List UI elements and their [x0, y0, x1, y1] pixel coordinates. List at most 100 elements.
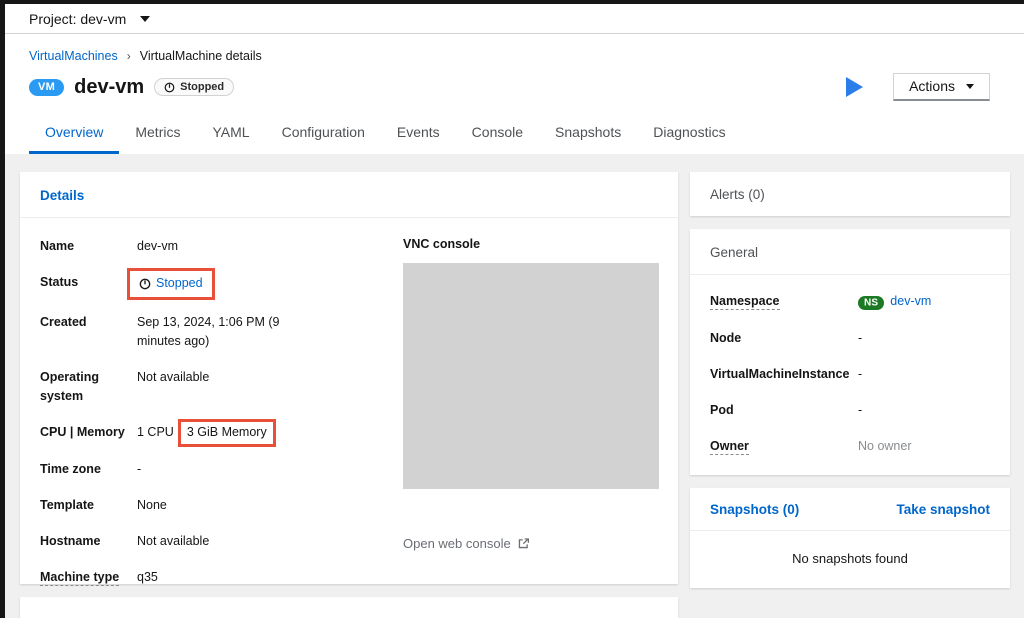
tab-metrics[interactable]: Metrics — [119, 111, 196, 154]
annotation-box: Stopped — [127, 268, 215, 300]
page-title: dev-vm — [74, 76, 144, 99]
detail-value: - — [137, 460, 141, 479]
detail-row-cpu-memory: CPU | Memory 1 CPU3 GiB Memory — [40, 423, 370, 443]
detail-row-hostname: Hostname Not available — [40, 532, 370, 551]
detail-value: dev-vm — [137, 237, 178, 256]
snapshots-empty-state: No snapshots found — [690, 531, 1010, 588]
detail-label: Operating system — [40, 368, 137, 406]
tab-diagnostics[interactable]: Diagnostics — [637, 111, 741, 154]
actions-button-label: Actions — [909, 78, 955, 94]
details-card: Details Name dev-vm Status — [20, 172, 678, 584]
detail-value: 1 CPU 3 GiB Memory — [137, 423, 276, 443]
general-row-owner: Owner No owner — [710, 437, 990, 456]
caret-down-icon — [966, 84, 974, 89]
general-label: Pod — [710, 401, 858, 420]
namespace-kind-badge: NS — [858, 296, 884, 310]
details-description-list: Name dev-vm Status — [40, 237, 370, 604]
namespace-link[interactable]: dev-vm — [890, 294, 931, 308]
vnc-console-section: VNC console Open web console — [403, 237, 659, 604]
tab-snapshots[interactable]: Snapshots — [539, 111, 637, 154]
general-label: VirtualMachineInstance — [710, 365, 858, 384]
detail-row-timezone: Time zone - — [40, 460, 370, 479]
detail-label: Time zone — [40, 460, 137, 479]
vm-status-label: Stopped — [156, 274, 203, 293]
general-value: No owner — [858, 437, 912, 456]
memory-value: 3 GiB Memory — [187, 425, 267, 439]
title-row: VM dev-vm Stopped Actions — [29, 73, 1000, 107]
machine-type-term[interactable]: Machine type — [40, 570, 119, 586]
namespace-term[interactable]: Namespace — [710, 294, 780, 310]
open-web-console-link[interactable]: Open web console — [403, 536, 530, 551]
snapshots-title-link[interactable]: Snapshots (0) — [710, 502, 799, 517]
general-value: NS dev-vm — [858, 292, 931, 312]
detail-label: Created — [40, 313, 137, 351]
detail-row-os: Operating system Not available — [40, 368, 370, 406]
general-description-list: Namespace NS dev-vm Node - VirtualMachine… — [690, 275, 1010, 475]
tab-yaml[interactable]: YAML — [196, 111, 265, 154]
project-switcher-label: Project: dev-vm — [29, 11, 126, 27]
general-card-header: General — [690, 229, 1010, 275]
detail-row-template: Template None — [40, 496, 370, 515]
annotation-box: 3 GiB Memory — [178, 419, 276, 447]
right-column: Alerts (0) General Namespace NS dev-vm No… — [690, 172, 1010, 618]
left-column: Details Name dev-vm Status — [20, 172, 678, 618]
next-card-partial — [20, 597, 678, 618]
detail-label: Status — [40, 273, 137, 296]
detail-row-machine-type: Machine type q35 — [40, 568, 370, 587]
general-row-namespace: Namespace NS dev-vm — [710, 292, 990, 312]
take-snapshot-button[interactable]: Take snapshot — [896, 502, 990, 517]
header-controls: Actions — [846, 73, 1000, 101]
detail-value: Stopped — [137, 273, 215, 296]
general-label: Node — [710, 329, 858, 348]
vm-kind-badge: VM — [29, 79, 64, 96]
detail-value: q35 — [137, 568, 158, 587]
tab-events[interactable]: Events — [381, 111, 456, 154]
breadcrumb-link-virtualmachines[interactable]: VirtualMachines — [29, 49, 118, 63]
tab-console[interactable]: Console — [456, 111, 539, 154]
breadcrumb-current: VirtualMachine details — [140, 49, 262, 63]
detail-row-status: Status Stopped — [40, 273, 370, 296]
detail-value: Sep 13, 2024, 1:06 PM (9 minutes ago) — [137, 313, 305, 351]
actions-button[interactable]: Actions — [893, 73, 990, 101]
alerts-card-title: Alerts (0) — [710, 187, 765, 202]
general-card: General Namespace NSdev-vm Node - Vi — [690, 229, 1010, 475]
external-link-icon — [517, 537, 530, 550]
snapshots-card-header: Snapshots (0) Take snapshot — [690, 488, 1010, 531]
detail-label: Hostname — [40, 532, 137, 551]
general-row-pod: Pod - — [710, 401, 990, 420]
details-card-header: Details — [20, 172, 678, 218]
general-value: - — [858, 329, 862, 348]
detail-value: Not available — [137, 532, 209, 551]
project-switcher[interactable]: Project: dev-vm — [29, 11, 150, 27]
status-badge: Stopped — [154, 78, 234, 96]
general-label: Namespace — [710, 292, 858, 312]
vnc-console-screen — [403, 263, 659, 489]
vm-status-link[interactable]: Stopped — [139, 274, 203, 293]
vnc-console-label: VNC console — [403, 237, 659, 251]
alerts-card: Alerts (0) — [690, 172, 1010, 216]
cpu-value: 1 CPU — [137, 425, 174, 439]
detail-row-name: Name dev-vm — [40, 237, 370, 256]
status-badge-label: Stopped — [180, 81, 224, 93]
detail-label: Template — [40, 496, 137, 515]
detail-value: None — [137, 496, 167, 515]
tab-configuration[interactable]: Configuration — [266, 111, 381, 154]
project-bar: Project: dev-vm — [5, 4, 1024, 34]
breadcrumb: VirtualMachines › VirtualMachine details — [29, 49, 1000, 63]
start-vm-button[interactable] — [846, 77, 863, 97]
tab-overview[interactable]: Overview — [29, 111, 119, 154]
owner-term[interactable]: Owner — [710, 439, 749, 455]
detail-label: Name — [40, 237, 137, 256]
details-body: Name dev-vm Status — [20, 218, 678, 604]
app-window: Project: dev-vm VirtualMachines › Virtua… — [0, 0, 1024, 618]
snapshots-card: Snapshots (0) Take snapshot No snapshots… — [690, 488, 1010, 588]
breadcrumb-separator-icon: › — [127, 49, 131, 63]
detail-label: Machine type — [40, 568, 137, 587]
detail-value: Not available — [137, 368, 209, 406]
general-value: - — [858, 401, 862, 420]
general-row-vmi: VirtualMachineInstance - — [710, 365, 990, 384]
caret-down-icon — [140, 16, 150, 22]
details-heading-link[interactable]: Details — [40, 188, 84, 203]
general-label: Owner — [710, 437, 858, 456]
tabs-bar: Overview Metrics YAML Configuration Even… — [5, 111, 1024, 154]
